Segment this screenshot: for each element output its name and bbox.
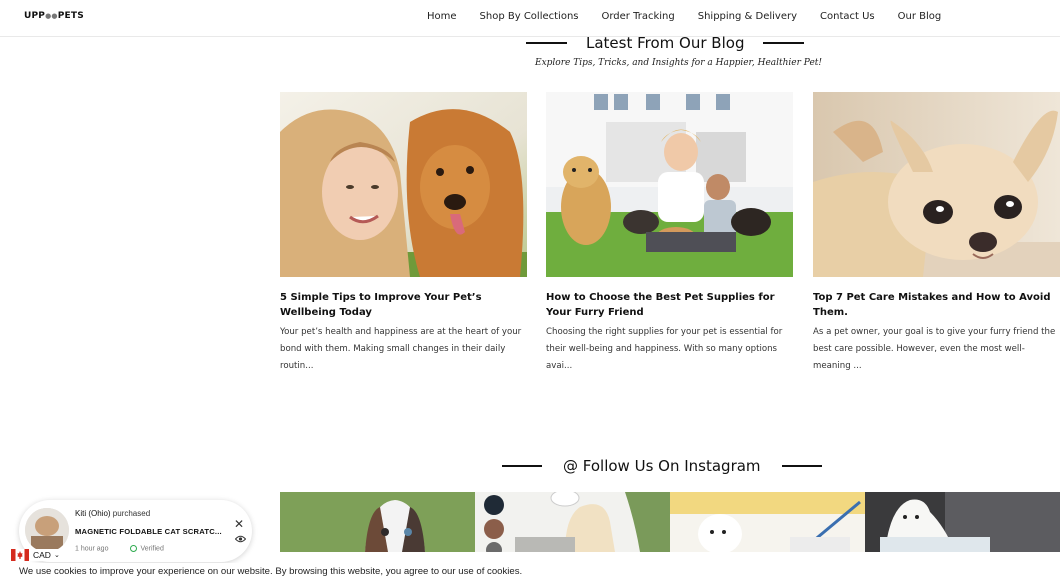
blog-card-title[interactable]: 5 Simple Tips to Improve Your Pet’s Well… xyxy=(280,290,527,320)
logo-text-start: UPP xyxy=(24,11,46,21)
cookie-notice-bar: We use cookies to improve your experienc… xyxy=(0,563,1060,587)
canada-flag-icon xyxy=(11,549,29,561)
heading-divider-right xyxy=(781,465,822,467)
blog-card-title[interactable]: Top 7 Pet Care Mistakes and How to Avoid… xyxy=(813,290,1060,320)
heading-divider-right xyxy=(763,42,805,44)
instagram-section-title: @ Follow Us On Instagram xyxy=(563,457,761,475)
instagram-post-image[interactable] xyxy=(280,492,475,552)
site-logo[interactable]: UPP●●PETS xyxy=(24,11,84,21)
chevron-down-icon: ⌄ xyxy=(53,552,60,559)
heading-divider-left xyxy=(526,42,567,44)
instagram-feed xyxy=(280,492,1060,552)
blog-card-title[interactable]: How to Choose the Best Pet Supplies for … xyxy=(546,290,793,320)
buyer-name: Kiti (Ohio) xyxy=(75,509,111,518)
purchase-action: purchased xyxy=(112,509,151,518)
logo-text-end: PETS xyxy=(57,11,84,21)
blog-section-title: Latest From Our Blog xyxy=(586,34,745,52)
currency-code: CAD xyxy=(33,550,51,560)
blog-card[interactable]: 5 Simple Tips to Improve Your Pet’s Well… xyxy=(280,92,527,375)
nav-shipping-delivery[interactable]: Shipping & Delivery xyxy=(698,11,797,22)
nav-shop-by-collections[interactable]: Shop By Collections xyxy=(480,11,579,22)
product-thumbnail[interactable] xyxy=(25,508,69,552)
site-header: UPP●●PETS Home Shop By Collections Order… xyxy=(0,0,1060,37)
blog-card-image-chihuahua[interactable] xyxy=(813,92,1060,277)
blog-card[interactable]: Top 7 Pet Care Mistakes and How to Avoid… xyxy=(813,92,1060,375)
blog-card-image-family-with-pets[interactable] xyxy=(546,92,793,277)
nav-order-tracking[interactable]: Order Tracking xyxy=(602,11,675,22)
currency-selector[interactable]: CAD ⌄ xyxy=(11,549,63,561)
instagram-post-image[interactable] xyxy=(475,492,670,552)
nav-our-blog[interactable]: Our Blog xyxy=(898,11,942,22)
cookie-notice-text: We use cookies to improve your experienc… xyxy=(19,566,523,577)
eye-icon[interactable] xyxy=(235,535,246,543)
instagram-post-image[interactable] xyxy=(865,492,1060,552)
nav-home[interactable]: Home xyxy=(427,11,457,22)
page: UPP●●PETS Home Shop By Collections Order… xyxy=(0,0,1060,587)
purchase-meta: 1 hour ago Verified xyxy=(75,545,164,552)
purchased-product-name[interactable]: MAGNETIC FOLDABLE CAT SCRATC... xyxy=(75,527,222,536)
nav-contact-us[interactable]: Contact Us xyxy=(820,11,875,22)
purchase-time: 1 hour ago xyxy=(75,545,109,553)
verified-check-icon xyxy=(130,545,138,552)
blog-card-excerpt: As a pet owner, your goal is to give you… xyxy=(813,327,1056,371)
blog-section-subtitle: Explore Tips, Tricks, and Insights for a… xyxy=(535,58,823,68)
blog-card[interactable]: How to Choose the Best Pet Supplies for … xyxy=(546,92,793,375)
instagram-section-heading: @ Follow Us On Instagram xyxy=(502,457,822,475)
logo-paw-icon: ●● xyxy=(45,12,58,20)
close-icon[interactable]: ✕ xyxy=(234,517,244,531)
blog-section-heading: Latest From Our Blog xyxy=(526,34,805,52)
main-nav: Home Shop By Collections Order Tracking … xyxy=(427,11,964,22)
verified-label: Verified xyxy=(140,545,164,553)
instagram-post-image[interactable] xyxy=(670,492,865,552)
purchase-buyer-line: Kiti (Ohio) purchased xyxy=(75,509,150,518)
blog-card-image-woman-with-dog[interactable] xyxy=(280,92,527,277)
heading-divider-left xyxy=(502,465,542,467)
blog-card-excerpt: Choosing the right supplies for your pet… xyxy=(546,327,783,371)
blog-card-excerpt: Your pet’s health and happiness are at t… xyxy=(280,327,522,371)
